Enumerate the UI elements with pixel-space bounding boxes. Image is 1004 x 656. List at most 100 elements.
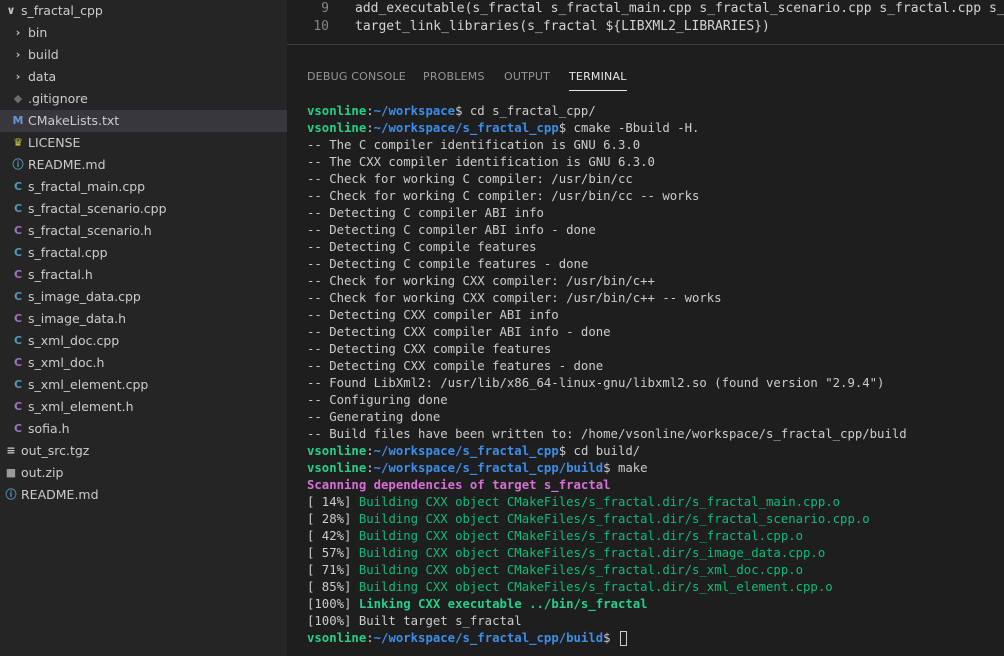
terminal-text: [ 71%] bbox=[307, 563, 359, 577]
explorer-item-label: s_fractal.cpp bbox=[28, 245, 108, 260]
explorer-item[interactable]: M CMakeLists.txt bbox=[0, 110, 287, 132]
terminal-text: $ cd s_fractal_cpp/ bbox=[455, 104, 596, 118]
explorer-item[interactable]: Csofia.h bbox=[0, 418, 287, 440]
cmake-icon: M bbox=[12, 114, 24, 127]
tab-debug-console[interactable]: DEBUG CONSOLE bbox=[307, 63, 406, 91]
terminal-line: vsonline:~/workspace/s_fractal_cpp/build… bbox=[307, 460, 1004, 477]
chevron-right-icon: › bbox=[15, 70, 21, 83]
terminal-text: Building CXX object CMakeFiles/s_fractal… bbox=[358, 580, 833, 594]
terminal-text: -- Detecting CXX compile features - done bbox=[307, 359, 604, 373]
cpp-icon: C bbox=[13, 180, 23, 193]
tab-terminal[interactable]: TERMINAL bbox=[569, 63, 627, 91]
explorer-item[interactable]: Cs_fractal.cpp bbox=[0, 242, 287, 264]
terminal-text: $ bbox=[603, 631, 618, 645]
explorer-item[interactable]: ♛ LICENSE bbox=[0, 132, 287, 154]
terminal-line: -- Configuring done bbox=[307, 392, 1004, 409]
terminal-line: -- Check for working C compiler: /usr/bi… bbox=[307, 171, 1004, 188]
explorer-item-label: README.md bbox=[21, 487, 99, 502]
terminal-text: $ cd build/ bbox=[558, 444, 641, 458]
terminal-text: : bbox=[366, 631, 374, 645]
explorer-item[interactable]: Cs_fractal_scenario.cpp bbox=[0, 198, 287, 220]
cpp-icon: C bbox=[13, 246, 23, 259]
terminal-text: vsonline bbox=[307, 121, 367, 135]
zip-icon: ■ bbox=[5, 466, 17, 479]
bottom-panel: DEBUG CONSOLE PROBLEMS OUTPUT TERMINAL vson… bbox=[287, 45, 1004, 656]
terminal-text: -- Build files have been written to: /ho… bbox=[307, 427, 907, 441]
info-icon: ⓘ bbox=[5, 488, 17, 501]
explorer-item[interactable]: Cs_fractal_main.cpp bbox=[0, 176, 287, 198]
terminal-text: vsonline bbox=[307, 631, 367, 645]
terminal-text: -- Configuring done bbox=[307, 393, 448, 407]
explorer-item-label: s_fractal_scenario.cpp bbox=[28, 201, 167, 216]
explorer-item[interactable]: ◆ .gitignore bbox=[0, 88, 287, 110]
explorer-item-label: s_fractal_main.cpp bbox=[28, 179, 146, 194]
terminal-text: : bbox=[366, 444, 374, 458]
terminal-text: ~/workspace/s_fractal_cpp/build bbox=[373, 461, 604, 475]
cpp-icon: C bbox=[13, 290, 23, 303]
explorer-item-label: s_xml_doc.cpp bbox=[28, 333, 120, 348]
explorer-item[interactable]: ⓘ README.md bbox=[0, 484, 287, 506]
terminal-line: [ 14%] Building CXX object CMakeFiles/s_… bbox=[307, 494, 1004, 511]
code-editor[interactable]: 9 add_executable(s_fractal s_fractal_main… bbox=[287, 0, 1004, 44]
explorer-item-label: s_fractal_scenario.h bbox=[28, 223, 152, 238]
explorer-item[interactable]: Cs_image_data.h bbox=[0, 308, 287, 330]
terminal-line: -- Detecting CXX compiler ABI info - don… bbox=[307, 324, 1004, 341]
explorer-item[interactable]: ∨ s_fractal_cpp bbox=[0, 0, 287, 22]
terminal-line: vsonline:~/workspace/s_fractal_cpp$ cd b… bbox=[307, 443, 1004, 460]
cpp-icon: C bbox=[13, 202, 23, 215]
explorer-item-label: s_image_data.h bbox=[28, 311, 126, 326]
explorer-item-label: sofia.h bbox=[28, 421, 70, 436]
terminal-line: -- The CXX compiler identification is GN… bbox=[307, 154, 1004, 171]
terminal-line: [100%] Linking CXX executable ../bin/s_f… bbox=[307, 596, 1004, 613]
header-icon: C bbox=[13, 422, 23, 435]
explorer-item[interactable]: Cs_image_data.cpp bbox=[0, 286, 287, 308]
git-icon: ◆ bbox=[13, 92, 23, 105]
explorer-item[interactable]: Cs_fractal_scenario.h bbox=[0, 220, 287, 242]
explorer-item[interactable]: Cs_xml_doc.h bbox=[0, 352, 287, 374]
terminal-text: ~/workspace bbox=[373, 104, 456, 118]
terminal-text: -- The CXX compiler identification is GN… bbox=[307, 155, 655, 169]
explorer-item[interactable]: › build bbox=[0, 44, 287, 66]
terminal-cursor[interactable] bbox=[619, 631, 627, 646]
code-line[interactable]: 9 add_executable(s_fractal s_fractal_main… bbox=[287, 0, 1004, 18]
terminal-text: vsonline bbox=[307, 444, 367, 458]
code-line[interactable]: 10 target_link_libraries(s_fractal ${LIBX… bbox=[287, 18, 1004, 36]
terminal-line: -- Generating done bbox=[307, 409, 1004, 426]
explorer-item[interactable]: › bin bbox=[0, 22, 287, 44]
terminal-text: : bbox=[366, 104, 374, 118]
terminal-line: [ 57%] Building CXX object CMakeFiles/s_… bbox=[307, 545, 1004, 562]
explorer-item[interactable]: ≡ out_src.tgz bbox=[0, 440, 287, 462]
terminal-text: -- Check for working CXX compiler: /usr/… bbox=[307, 291, 722, 305]
terminal-text: -- The C compiler identification is GNU … bbox=[307, 138, 641, 152]
explorer-item[interactable]: Cs_xml_doc.cpp bbox=[0, 330, 287, 352]
terminal-text: -- Generating done bbox=[307, 410, 441, 424]
terminal-output[interactable]: vsonline:~/workspace$ cd s_fractal_cpp/v… bbox=[307, 103, 1004, 656]
explorer-item[interactable]: › data bbox=[0, 66, 287, 88]
explorer-item-label: README.md bbox=[28, 157, 106, 172]
tab-problems[interactable]: PROBLEMS bbox=[423, 63, 485, 91]
explorer-item[interactable]: Cs_xml_element.cpp bbox=[0, 374, 287, 396]
header-icon: C bbox=[13, 356, 23, 369]
explorer-item[interactable]: ■ out.zip bbox=[0, 462, 287, 484]
explorer-item[interactable]: Cs_xml_element.h bbox=[0, 396, 287, 418]
terminal-line: -- Check for working CXX compiler: /usr/… bbox=[307, 273, 1004, 290]
header-icon: C bbox=[13, 268, 23, 281]
terminal-text: $ cmake -Bbuild -H. bbox=[558, 121, 700, 135]
terminal-line: -- Check for working C compiler: /usr/bi… bbox=[307, 188, 1004, 205]
terminal-text: [ 28%] bbox=[307, 512, 359, 526]
explorer-item-label: s_xml_doc.h bbox=[28, 355, 105, 370]
explorer-item[interactable]: Cs_fractal.h bbox=[0, 264, 287, 286]
cpp-icon: C bbox=[13, 378, 23, 391]
terminal-text: ~/workspace/s_fractal_cpp bbox=[373, 121, 559, 135]
explorer-item-label: out_src.tgz bbox=[21, 443, 90, 458]
terminal-text: -- Check for working C compiler: /usr/bi… bbox=[307, 172, 633, 186]
explorer-sidebar: ∨ s_fractal_cpp › bin › build › data ◆ .gitignore… bbox=[0, 0, 287, 656]
tab-output[interactable]: OUTPUT bbox=[504, 63, 550, 91]
explorer-item-label: s_xml_element.h bbox=[28, 399, 134, 414]
terminal-text: Building CXX object CMakeFiles/s_fractal… bbox=[358, 529, 804, 543]
header-icon: C bbox=[13, 400, 23, 413]
explorer-item-label: .gitignore bbox=[28, 91, 88, 106]
terminal-text: [ 42%] bbox=[307, 529, 359, 543]
explorer-item[interactable]: ⓘ README.md bbox=[0, 154, 287, 176]
code-text: target_link_libraries(s_fractal ${LIBXML… bbox=[355, 19, 770, 34]
